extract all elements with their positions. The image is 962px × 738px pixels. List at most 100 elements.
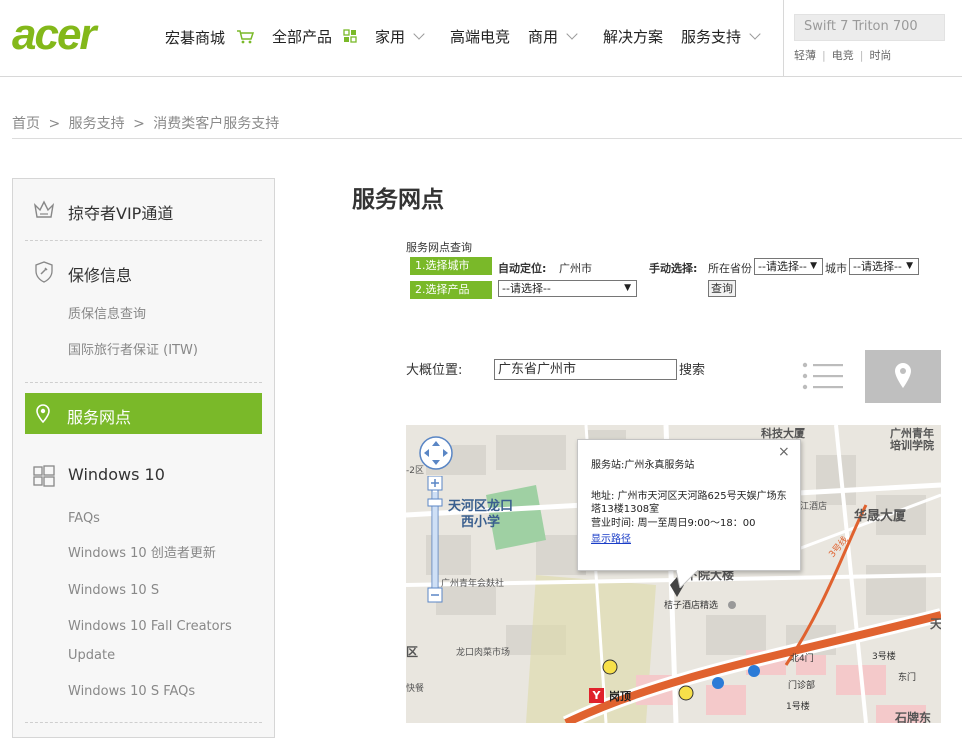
breadcrumb-consumer-support: 消费类客户服务支持 <box>153 116 280 132</box>
header-divider <box>783 0 784 77</box>
city-select-value: --请选择-- <box>853 260 902 273</box>
page-title: 服务网点 <box>352 187 444 213</box>
province-label: 所在省份 <box>708 262 752 275</box>
popup-route-link[interactable]: 显示路径 <box>591 533 631 546</box>
map-label-school-2: 西小学 <box>461 515 501 530</box>
map-label-building3: 3号楼 <box>872 652 896 662</box>
nav-support-label: 服务支持 <box>681 28 742 46</box>
nav-solutions[interactable]: 解决方案 <box>603 27 663 47</box>
list-view-icon[interactable] <box>802 362 844 390</box>
quick-link-fashion[interactable]: 时尚 <box>869 49 891 62</box>
map-label-fast-food: 快餐 <box>406 684 425 694</box>
sidebar-item-service-points[interactable]: 服务网点 <box>25 393 262 434</box>
province-select-value: --请选择-- <box>758 260 807 273</box>
map-label-tian: 天 <box>930 617 941 631</box>
location-pin-icon <box>36 404 50 424</box>
dropdown-arrow-icon: ▼ <box>906 261 913 271</box>
separator: | <box>822 49 826 62</box>
nav-home-label: 家用 <box>375 28 406 46</box>
sidebar-item-windows10-label: Windows 10 <box>68 465 165 484</box>
query-button[interactable]: 查询 <box>708 280 736 297</box>
metro-station-icon: Y <box>589 688 604 703</box>
province-select[interactable]: --请选择-- ▼ <box>754 258 823 275</box>
popup-pointer <box>676 570 698 588</box>
acer-logo[interactable]: acer <box>12 10 97 60</box>
sidebar-item-vip-label: 掠夺者VIP通道 <box>68 204 174 223</box>
nav-business[interactable]: 商用 <box>528 27 578 47</box>
sidebar-item-windows10s[interactable]: Windows 10 S <box>68 583 159 599</box>
sidebar-item-warranty-query[interactable]: 质保信息查询 <box>68 307 146 323</box>
sidebar-item-service-points-label: 服务网点 <box>67 408 132 427</box>
step-select-city[interactable]: 1.选择城市 <box>410 257 492 275</box>
nav-gaming[interactable]: 高端电竞 <box>450 27 510 47</box>
map-label-hotel-left: 江酒店 <box>800 502 828 512</box>
query-label: 服务网点查询 <box>406 241 472 254</box>
breadcrumb-separator: > <box>48 116 61 132</box>
map-label-district: 区 <box>406 645 419 659</box>
sidebar-item-fall-creators-2[interactable]: Update <box>68 648 115 664</box>
nav-home[interactable]: 家用 <box>375 27 425 47</box>
grid-icon <box>343 29 357 43</box>
close-icon[interactable]: × <box>778 445 790 459</box>
sidebar-item-faqs[interactable]: FAQs <box>68 511 100 527</box>
popup-hours: 营业时间: 周一至周日9:00～18：00 <box>591 518 756 529</box>
quick-link-thin[interactable]: 轻薄 <box>794 49 816 62</box>
nav-business-label: 商用 <box>528 28 559 46</box>
sidebar-item-creators-update[interactable]: Windows 10 创造者更新 <box>68 546 216 562</box>
map-label-building1: 1号楼 <box>786 702 810 712</box>
nav-store-label: 宏碁商城 <box>165 29 226 47</box>
breadcrumb-support[interactable]: 服务支持 <box>69 116 125 132</box>
location-input[interactable]: 广东省广州市 <box>494 359 677 380</box>
sidebar: 掠夺者VIP通道 保修信息 质保信息查询 国际旅行者保证 (ITW) 服务网点 … <box>12 178 275 738</box>
map-label-meat-market: 龙口肉菜市场 <box>456 648 511 658</box>
map-info-popup: 服务站:广州永真服务站 × 地址: 广州市天河区天河路625号天娱广场东塔13楼… <box>577 439 801 588</box>
breadcrumb-separator: > <box>133 116 145 132</box>
quick-links: 轻薄 | 电竞 | 时尚 <box>794 47 891 63</box>
map-label-youth-club: 广州青年会麸社 <box>441 579 505 589</box>
map-label-east-gate: 东门 <box>898 673 917 683</box>
step-select-product[interactable]: 2.选择产品 <box>410 281 492 299</box>
city-select[interactable]: --请选择-- ▼ <box>849 258 919 275</box>
map-label-north4: 北4门 <box>790 654 814 664</box>
site-header: acer 宏碁商城 全部产品 家用 高端电竞 商用 解决方案 服务支持 Swif… <box>0 0 962 77</box>
popup-title: 服务站:广州永真服务站 <box>591 460 695 471</box>
chevron-down-icon <box>566 28 578 40</box>
sidebar-item-itw[interactable]: 国际旅行者保证 (ITW) <box>68 343 198 359</box>
chevron-down-icon <box>413 28 425 40</box>
search-button[interactable]: 搜索 <box>679 359 705 378</box>
windows-icon <box>33 465 55 487</box>
cart-icon <box>236 30 254 44</box>
dropdown-arrow-icon: ▼ <box>624 283 631 293</box>
divider <box>25 382 262 383</box>
shield-wrench-icon <box>35 261 53 283</box>
breadcrumb-home[interactable]: 首页 <box>12 116 40 132</box>
chevron-down-icon <box>749 28 761 40</box>
nav-solutions-label: 解决方案 <box>603 28 664 46</box>
map-label-hotel: 桔子酒店精选 <box>664 601 719 611</box>
nav-all-products[interactable]: 全部产品 <box>272 27 357 47</box>
product-select-value: --请选择-- <box>502 282 551 295</box>
map-view-button[interactable] <box>865 350 941 403</box>
breadcrumb: 首页 > 服务支持 > 消费类客户服务支持 <box>12 113 279 133</box>
product-select[interactable]: --请选择-- ▼ <box>498 280 637 297</box>
sidebar-item-fall-creators[interactable]: Windows 10 Fall Creators <box>68 619 232 635</box>
header-search-input[interactable]: Swift 7 Triton 700 <box>794 14 945 41</box>
auto-locate-label: 自动定位: <box>498 262 547 275</box>
sidebar-item-warranty-label: 保修信息 <box>68 266 133 285</box>
crown-icon <box>33 200 55 218</box>
map-pin-icon <box>895 363 911 388</box>
map-label-district-2: -2区 <box>406 466 424 476</box>
nav-support[interactable]: 服务支持 <box>681 27 761 47</box>
nav-gaming-label: 高端电竞 <box>450 28 511 46</box>
dropdown-arrow-icon: ▼ <box>810 261 817 271</box>
map-label-stone-card: 石牌东 <box>895 711 932 723</box>
quick-link-gaming[interactable]: 电竞 <box>832 49 854 62</box>
divider <box>25 240 262 241</box>
sidebar-item-windows10s-faqs[interactable]: Windows 10 S FAQs <box>68 684 195 700</box>
map-label-training-2: 培训学院 <box>890 439 934 452</box>
approx-location-label: 大概位置: <box>406 363 463 378</box>
nav-store[interactable]: 宏碁商城 <box>165 27 254 48</box>
popup-address: 地址: 广州市天河区天河路625号天娱广场东塔13楼1308室 <box>591 491 787 515</box>
map-label-gangding: 岗顶 <box>609 690 631 703</box>
map-label-clinic: 门诊部 <box>788 681 816 691</box>
